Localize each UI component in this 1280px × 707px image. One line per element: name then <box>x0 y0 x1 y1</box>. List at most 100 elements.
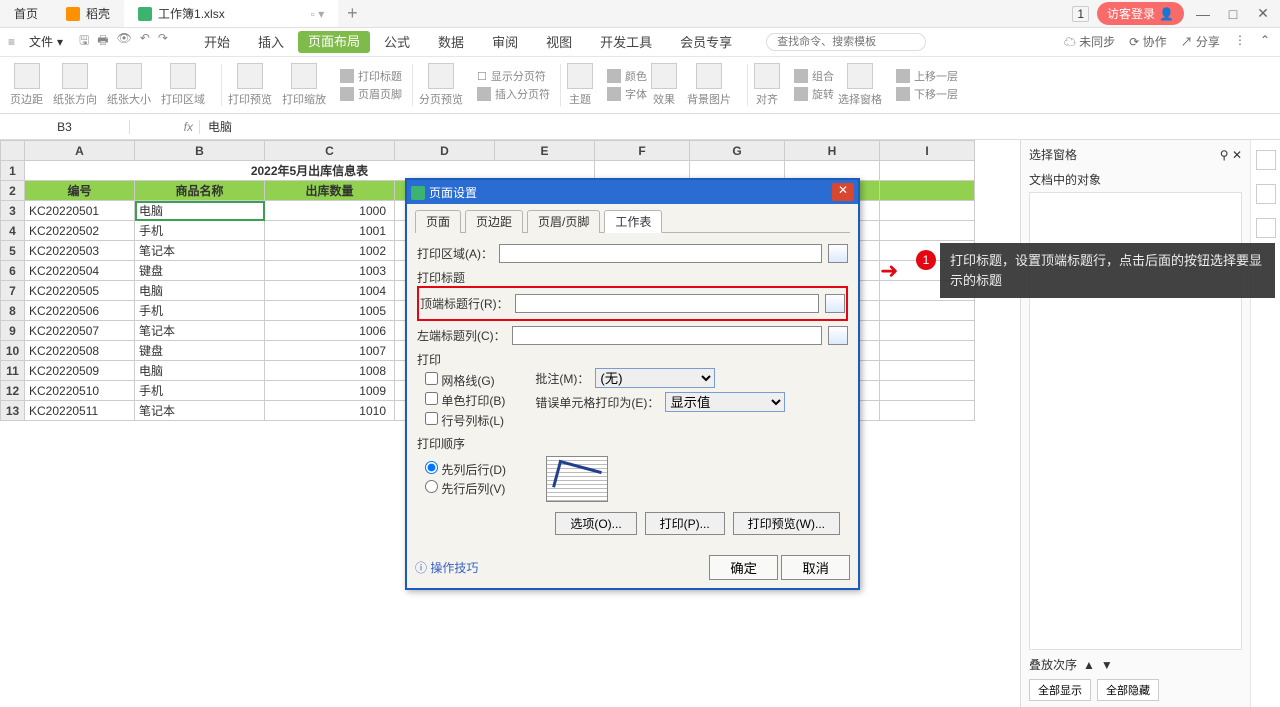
cell[interactable]: KC20220507 <box>25 321 135 341</box>
row-header[interactable]: 9 <box>1 321 25 341</box>
row-header[interactable]: 8 <box>1 301 25 321</box>
menu-view[interactable]: 视图 <box>532 32 586 51</box>
row-header[interactable]: 7 <box>1 281 25 301</box>
cell[interactable]: 1007 <box>265 341 395 361</box>
menu-dev[interactable]: 开发工具 <box>586 32 666 51</box>
preview-icon[interactable]: 👁 <box>117 31 132 52</box>
row-header[interactable]: 12 <box>1 381 25 401</box>
cell[interactable]: 1005 <box>265 301 395 321</box>
cell[interactable]: 1008 <box>265 361 395 381</box>
options-button[interactable]: 选项(O)... <box>555 512 636 535</box>
sync-status[interactable]: ☁ 未同步 <box>1064 33 1115 50</box>
menu-insert[interactable]: 插入 <box>244 32 298 51</box>
cell[interactable]: KC20220503 <box>25 241 135 261</box>
formula-value[interactable]: 电脑 <box>200 118 232 135</box>
new-tab-button[interactable]: + <box>338 3 366 24</box>
ribbon-rotate[interactable]: 旋转 <box>790 86 838 102</box>
ribbon-bg-image[interactable]: 背景图片 <box>687 63 731 107</box>
ribbon-align[interactable]: 对齐 <box>754 63 780 107</box>
ribbon-selection-pane[interactable]: 选择窗格 <box>838 63 882 107</box>
badge-icon[interactable]: 1 <box>1072 6 1089 22</box>
menu-start[interactable]: 开始 <box>190 32 244 51</box>
tips-link[interactable]: ⓘ 操作技巧 <box>415 559 478 576</box>
col-header[interactable]: F <box>595 141 690 161</box>
col-header[interactable]: G <box>690 141 785 161</box>
undo-icon[interactable]: ↶ <box>140 31 150 52</box>
menu-member[interactable]: 会员专享 <box>666 32 746 51</box>
row-header[interactable]: 3 <box>1 201 25 221</box>
ribbon-header-footer[interactable]: 页眉页脚 <box>336 86 406 102</box>
check-gridlines[interactable]: 网格线(G) <box>425 372 505 389</box>
ribbon-group[interactable]: 组合 <box>790 68 838 84</box>
cell[interactable]: 笔记本 <box>135 401 265 421</box>
ribbon-print-titles[interactable]: 打印标题 <box>336 68 406 84</box>
row-header[interactable]: 5 <box>1 241 25 261</box>
cell[interactable]: 手机 <box>135 301 265 321</box>
cell[interactable]: 电脑 <box>135 361 265 381</box>
ribbon-insert-break[interactable]: 插入分页符 <box>473 86 554 102</box>
ribbon-bring-forward[interactable]: 上移一层 <box>892 68 962 84</box>
collab-button[interactable]: ⟳ 协作 <box>1129 33 1166 50</box>
share-button[interactable]: ↗ 分享 <box>1181 33 1220 50</box>
menu-page-layout[interactable]: 页面布局 <box>298 31 370 53</box>
row-header[interactable]: 11 <box>1 361 25 381</box>
hamburger-icon[interactable]: ≡ <box>8 35 21 49</box>
cell[interactable]: KC20220510 <box>25 381 135 401</box>
move-up-icon[interactable]: ▲ <box>1083 658 1095 672</box>
col-header[interactable]: A <box>25 141 135 161</box>
rail-icon-2[interactable] <box>1256 184 1276 204</box>
errors-select[interactable]: 显示值 <box>665 392 785 412</box>
cell[interactable]: 手机 <box>135 221 265 241</box>
cell[interactable]: 1010 <box>265 401 395 421</box>
col-header[interactable]: D <box>395 141 495 161</box>
ribbon-print-area[interactable]: 打印区域 <box>161 63 205 107</box>
cell[interactable]: 1002 <box>265 241 395 261</box>
cell[interactable]: 手机 <box>135 381 265 401</box>
cell[interactable]: 1006 <box>265 321 395 341</box>
cell[interactable]: KC20220505 <box>25 281 135 301</box>
cell[interactable]: KC20220506 <box>25 301 135 321</box>
row-header[interactable]: 10 <box>1 341 25 361</box>
file-menu[interactable]: 文件▾ <box>21 33 71 50</box>
col-header[interactable]: E <box>495 141 595 161</box>
ribbon-print-preview[interactable]: 打印预览 <box>228 63 272 107</box>
menu-data[interactable]: 数据 <box>424 32 478 51</box>
dialog-close-button[interactable]: ✕ <box>832 183 854 201</box>
save-icon[interactable]: 🖫 <box>79 31 89 52</box>
close-pane-icon[interactable]: ✕ <box>1232 148 1242 162</box>
left-cols-input[interactable] <box>512 326 822 345</box>
ribbon-fonts[interactable]: 字体 <box>603 86 651 102</box>
cell[interactable]: 1003 <box>265 261 395 281</box>
cell[interactable]: 电脑 <box>135 201 265 221</box>
cell[interactable]: KC20220501 <box>25 201 135 221</box>
col-header[interactable]: B <box>135 141 265 161</box>
print-icon[interactable]: 🖶 <box>97 31 108 52</box>
redo-icon[interactable]: ↷ <box>158 31 168 52</box>
tab-home[interactable]: 首页 <box>0 0 52 27</box>
left-cols-picker[interactable] <box>828 326 848 345</box>
ribbon-orientation[interactable]: 纸张方向 <box>53 63 97 107</box>
menu-formula[interactable]: 公式 <box>370 32 424 51</box>
print-button[interactable]: 打印(P)... <box>645 512 725 535</box>
print-preview-button[interactable]: 打印预览(W)... <box>733 512 840 535</box>
collapse-ribbon-icon[interactable]: ⌃ <box>1260 33 1270 50</box>
radio-down-over[interactable]: 先列后行(D) <box>425 461 506 478</box>
ribbon-effects[interactable]: 效果 <box>651 63 677 107</box>
ribbon-margins[interactable]: 页边距 <box>10 63 43 107</box>
top-rows-input[interactable] <box>515 294 819 313</box>
name-box[interactable]: B3 <box>0 120 130 134</box>
check-mono[interactable]: 单色打印(B) <box>425 392 505 409</box>
ribbon-theme[interactable]: 主题 <box>567 63 593 107</box>
cell[interactable]: 电脑 <box>135 281 265 301</box>
login-button[interactable]: 访客登录👤 <box>1097 2 1184 25</box>
row-header[interactable]: 4 <box>1 221 25 241</box>
cancel-button[interactable]: 取消 <box>781 555 850 580</box>
more-icon[interactable]: ⋮ <box>1234 33 1246 50</box>
row-header[interactable]: 2 <box>1 181 25 201</box>
ribbon-show-breaks[interactable]: ☐ 显示分页符 <box>473 68 554 84</box>
cell[interactable]: 键盘 <box>135 261 265 281</box>
dialog-tab-sheet[interactable]: 工作表 <box>604 210 662 233</box>
dialog-tab-page[interactable]: 页面 <box>415 210 461 233</box>
dialog-tab-header-footer[interactable]: 页眉/页脚 <box>527 210 600 233</box>
menu-review[interactable]: 审阅 <box>478 32 532 51</box>
